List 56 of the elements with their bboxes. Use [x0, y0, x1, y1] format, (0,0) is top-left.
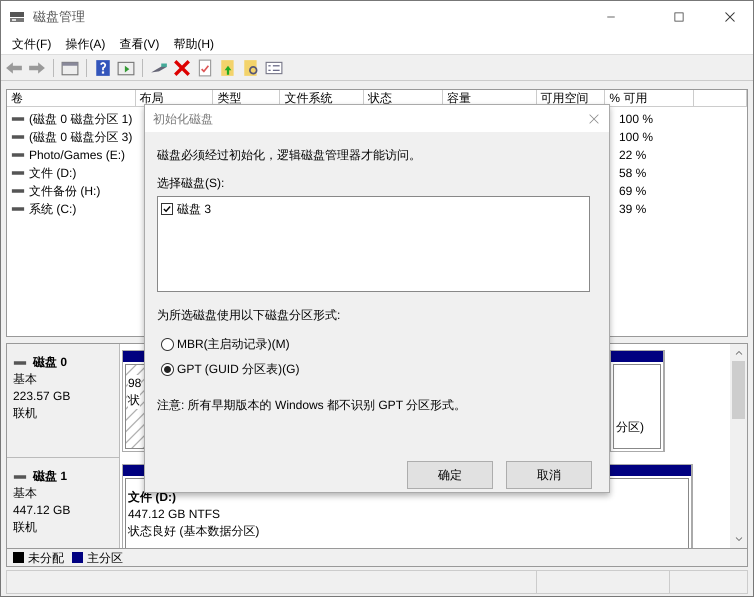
menu-item[interactable]: 帮助(H) [166, 34, 221, 52]
volume-name: 文件 (D:) [29, 165, 76, 182]
partition-info: 状 [128, 392, 140, 409]
scrollbar[interactable] [730, 344, 747, 548]
window-title: 磁盘管理 [33, 8, 85, 26]
volume-name: (磁盘 0 磁盘分区 1) [29, 111, 132, 128]
volume-name: 系统 (C:) [29, 201, 76, 218]
partition-info: 98 [128, 375, 142, 392]
folder-search-icon[interactable] [242, 58, 260, 76]
disk-info: 223.57 GB [13, 388, 72, 405]
menu-item[interactable]: 操作(A) [58, 34, 112, 52]
table-cell-text: 22 % [618, 147, 646, 164]
radio-label[interactable]: GPT (GUID 分区表)(G) [177, 360, 300, 378]
help-icon[interactable] [94, 58, 112, 76]
checkbox[interactable] [161, 203, 173, 215]
maximize-icon[interactable] [673, 11, 685, 23]
partition-bar [611, 351, 663, 362]
disk-info: 联机 [13, 519, 38, 536]
table-cell-text: 39 % [618, 201, 646, 218]
radio-button[interactable] [161, 338, 174, 350]
disk-info: 基本 [13, 485, 38, 502]
disk-name: 磁盘 0 [33, 354, 68, 371]
radio-label[interactable]: MBR(主启动记录)(M) [177, 335, 290, 353]
menu-item[interactable]: 查看(V) [112, 34, 166, 52]
legend-label: 未分配 [28, 550, 64, 566]
field-label: 选择磁盘(S): [157, 175, 226, 192]
volume-name: 文件备份 (H:) [29, 183, 100, 200]
scrollbar-thumb[interactable] [732, 361, 745, 419]
dialog-button[interactable]: 取消 [506, 461, 592, 489]
disk-info: 基本 [13, 371, 38, 388]
legend-label: 主分区 [87, 550, 123, 566]
column-header[interactable]: 卷 [7, 90, 136, 106]
delete-icon[interactable] [173, 58, 191, 76]
partition-info: 分区) [616, 419, 644, 436]
disk-name: 磁盘 1 [33, 468, 68, 485]
volume-name: Photo/Games (E:) [29, 147, 126, 164]
disk-list[interactable]: 磁盘 3 [157, 196, 590, 292]
dialog-title: 初始化磁盘 [153, 110, 213, 128]
dialog-button[interactable]: 确定 [407, 461, 493, 489]
disk-info: 联机 [13, 405, 38, 422]
field-label: 为所选磁盘使用以下磁盘分区形式: [157, 307, 342, 324]
table-cell-text: 69 % [618, 183, 646, 200]
table-cell-text: 100 % [618, 111, 654, 128]
partition-info: 状态良好 (基本数据分区) [128, 523, 260, 540]
menu-item[interactable]: 文件(F) [5, 34, 58, 52]
table-cell-text: 58 % [618, 165, 646, 182]
volume-name: (磁盘 0 磁盘分区 3) [29, 129, 132, 146]
dialog-message: 磁盘必须经过初始化，逻辑磁盘管理器才能访问。 [157, 147, 422, 164]
close-icon[interactable] [724, 11, 736, 23]
app-icon [9, 9, 25, 25]
radio-button[interactable] [161, 362, 174, 376]
table-cell-text: 100 % [618, 129, 654, 146]
checkbox-label[interactable]: 磁盘 3 [177, 200, 212, 218]
disk-info: 447.12 GB [13, 502, 72, 519]
checklist-icon[interactable] [196, 58, 214, 76]
note-text: 注意: 所有早期版本的 Windows 都不识别 GPT 分区形式。 [157, 397, 468, 414]
